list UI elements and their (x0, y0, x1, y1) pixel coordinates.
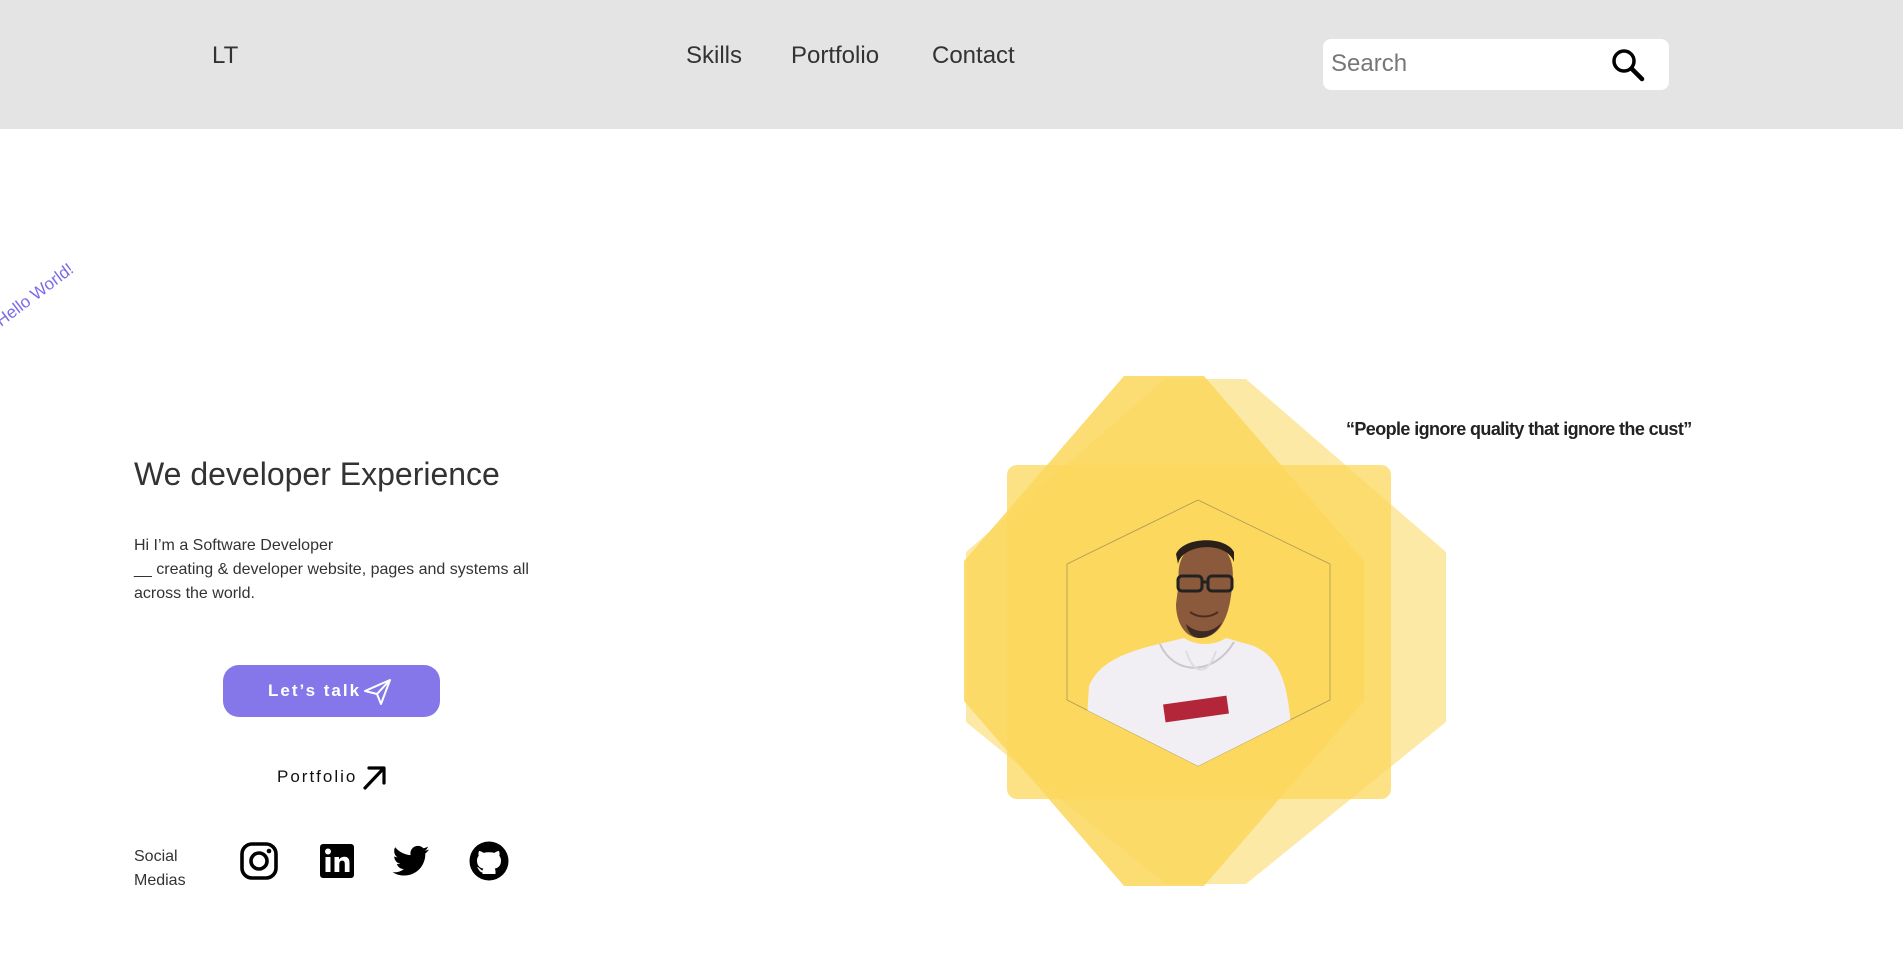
instagram-icon[interactable] (238, 840, 280, 882)
portfolio-link-label: Portfolio (277, 767, 358, 786)
nav-portfolio[interactable]: Portfolio (791, 42, 879, 70)
twitter-icon[interactable] (390, 840, 432, 882)
lets-talk-label: Let’s talk (268, 681, 362, 700)
hero-illustration (964, 376, 1446, 886)
header: LT Skills Portfolio Contact (0, 0, 1903, 129)
intro-line: __ creating & developer website, pages a… (134, 561, 529, 578)
search-icon[interactable] (1609, 46, 1647, 84)
search-box (1323, 39, 1669, 90)
intro-line: across the world. (134, 585, 255, 602)
intro-line: Hi I’m a Software Developer (134, 537, 334, 554)
page-headline: We developer Experience (134, 456, 500, 492)
send-icon (364, 679, 391, 705)
github-icon[interactable] (468, 840, 510, 882)
search-input[interactable] (1331, 47, 1601, 81)
intro-text: Hi I’m a Software Developer __ creating … (134, 534, 554, 606)
arrow-up-right-icon (363, 766, 386, 790)
site-logo[interactable]: LT (212, 42, 238, 70)
linkedin-icon[interactable] (316, 840, 358, 882)
social-medias-label: Social Medias (134, 848, 186, 889)
lets-talk-button[interactable]: Let’s talk (223, 665, 440, 717)
nav-contact[interactable]: Contact (932, 42, 1015, 70)
hello-world-text: Hello World! (0, 259, 78, 331)
quote-text: “People ignore quality that ignore the c… (1346, 419, 1692, 439)
nav-skills[interactable]: Skills (686, 42, 742, 70)
